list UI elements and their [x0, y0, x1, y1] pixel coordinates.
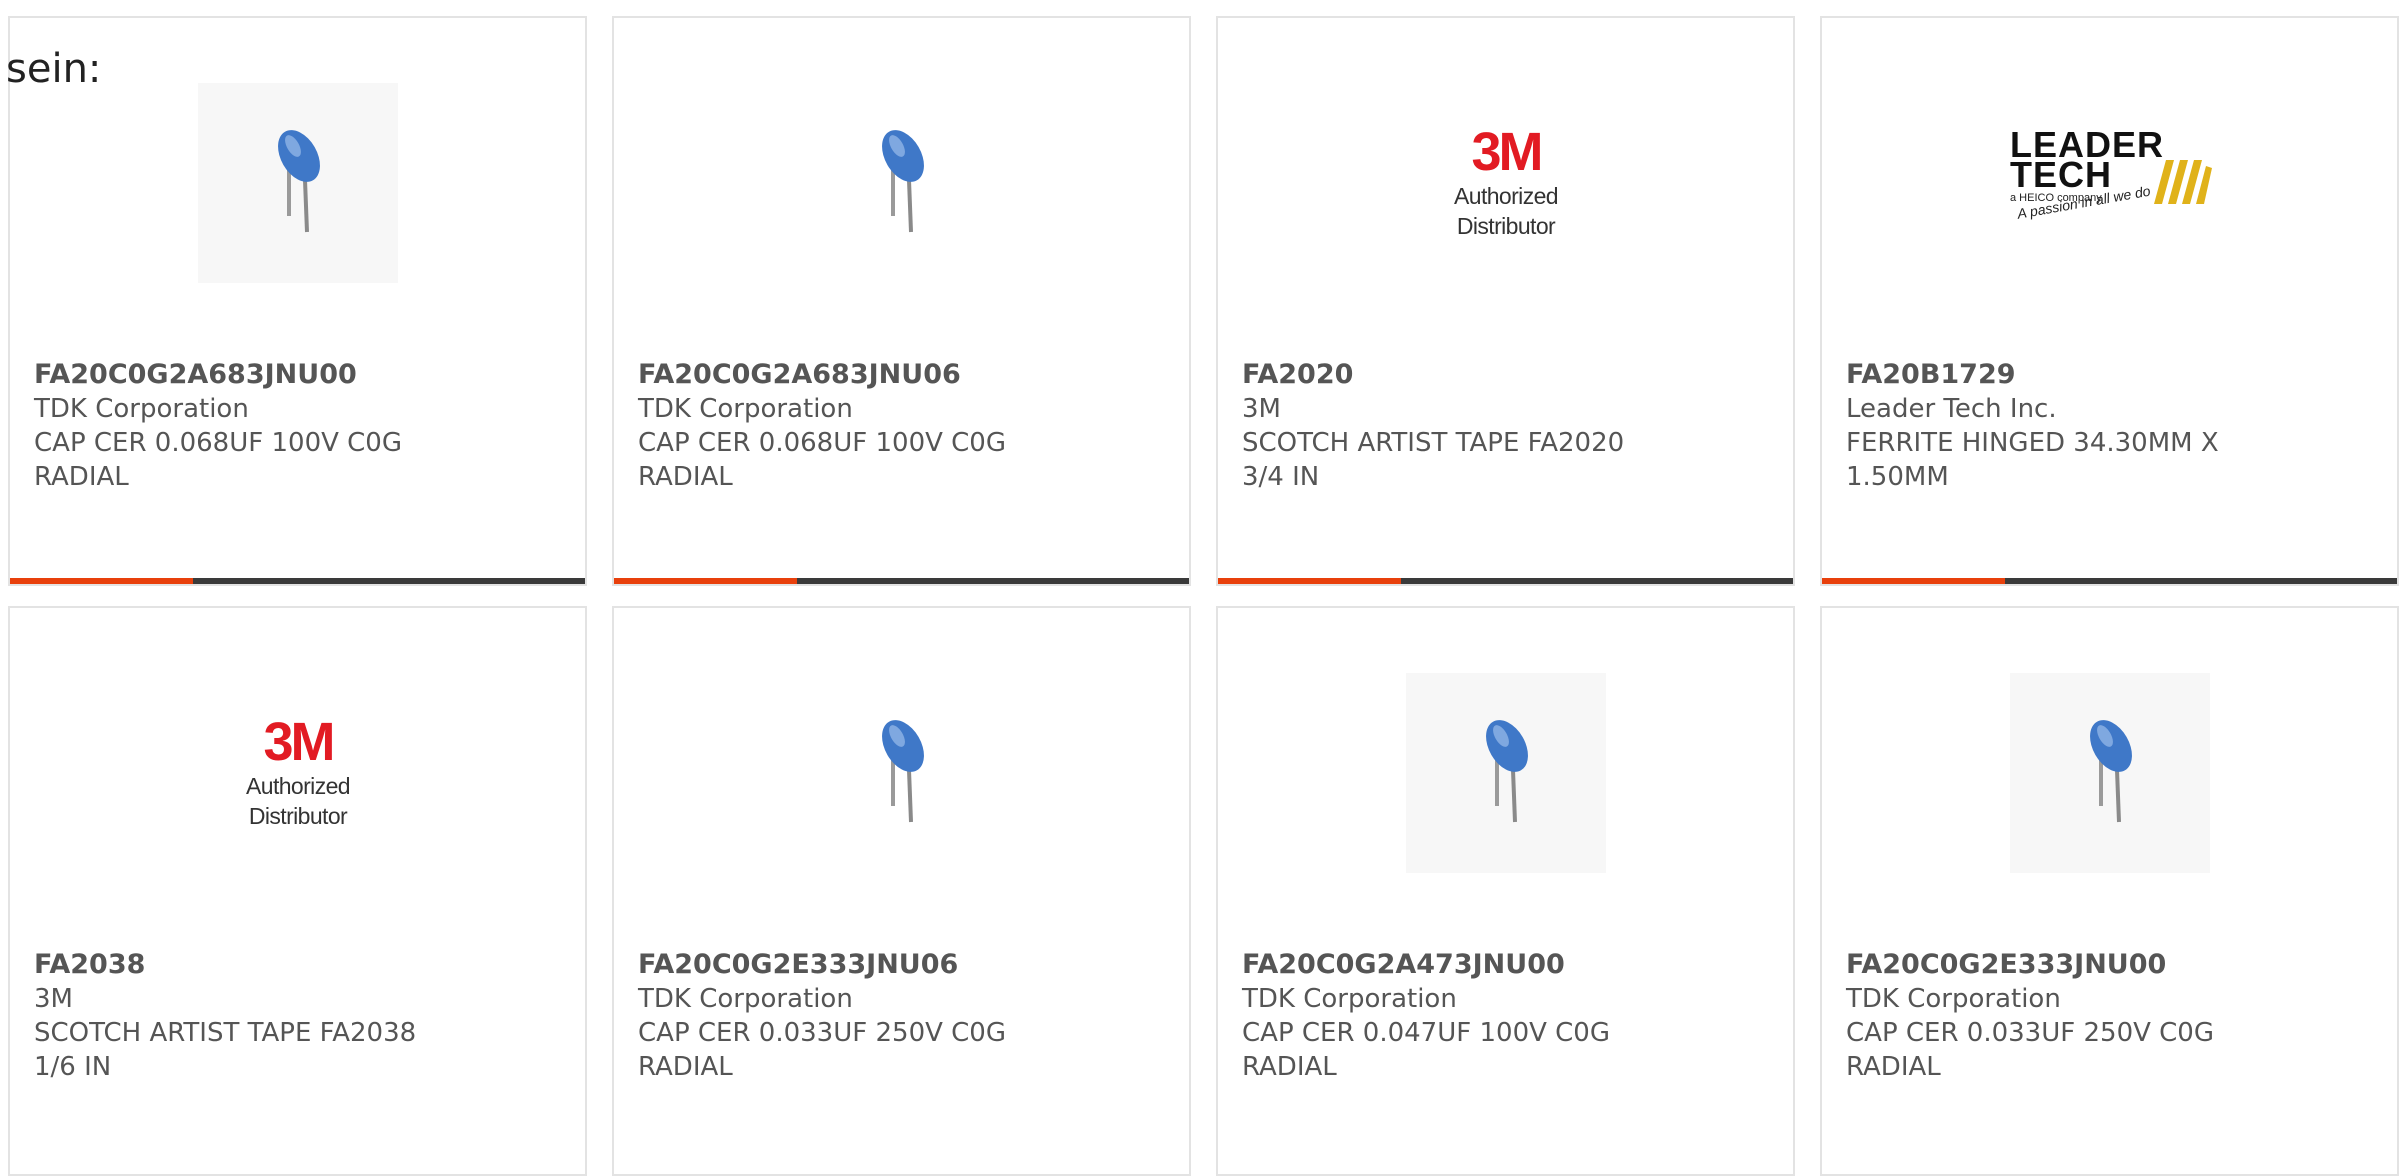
part-number[interactable]: FA20B1729: [1846, 358, 2377, 392]
part-number[interactable]: FA20C0G2E333JNU00: [1846, 948, 2377, 982]
capacitor-icon: [1486, 720, 1528, 823]
manufacturer: TDK Corporation: [638, 984, 853, 1014]
manufacturer: 3M: [34, 984, 73, 1014]
manufacturer: 3M: [1242, 394, 1281, 424]
product-card[interactable]: FA20C0G2A683JNU00 TDK Corporation CAP CE…: [8, 16, 587, 586]
part-number[interactable]: FA2038: [34, 948, 565, 982]
3m-logo-mark: 3M: [263, 712, 335, 772]
description-line: 1/6 IN: [34, 1052, 112, 1082]
accent-bar: [10, 578, 193, 584]
card-footer-bar: [614, 578, 1189, 584]
description-line: CAP CER 0.047UF 100V C0G: [1242, 1018, 1610, 1048]
logo-tagline: Authorized Distributor: [1454, 183, 1559, 239]
part-number[interactable]: FA20C0G2A683JNU00: [34, 358, 565, 392]
product-image[interactable]: [198, 83, 398, 283]
product-card[interactable]: FA20C0G2A473JNU00 TDK Corporation CAP CE…: [1216, 606, 1795, 1176]
description-line: RADIAL: [638, 462, 733, 492]
description-line: RADIAL: [1846, 1052, 1941, 1082]
capacitor-icon: [278, 130, 320, 233]
product-image[interactable]: [2010, 673, 2210, 873]
description-line: RADIAL: [34, 462, 129, 492]
product-card[interactable]: 3M Authorized Distributor FA2020 3M SCOT…: [1216, 16, 1795, 586]
intro-text: sein:: [6, 46, 102, 92]
3m-authorized-distributor-logo: 3M Authorized Distributor: [198, 715, 398, 831]
product-card[interactable]: FA20C0G2E333JNU06 TDK Corporation CAP CE…: [612, 606, 1191, 1176]
manufacturer: TDK Corporation: [1242, 984, 1457, 1014]
capacitor-icon: [2090, 720, 2132, 823]
logo-tagline: Authorized Distributor: [246, 773, 351, 829]
product-image[interactable]: [802, 83, 1002, 283]
manufacturer: TDK Corporation: [1846, 984, 2061, 1014]
part-number[interactable]: FA20C0G2A473JNU00: [1242, 948, 1773, 982]
product-card[interactable]: 3M Authorized Distributor FA2038 3M SCOT…: [8, 606, 587, 1176]
description-line: 1.50MM: [1846, 462, 1949, 492]
product-image[interactable]: 3M Authorized Distributor: [1406, 83, 1606, 283]
accent-bar: [1822, 578, 2005, 584]
description-line: CAP CER 0.068UF 100V C0G: [34, 428, 402, 458]
description-line: SCOTCH ARTIST TAPE FA2020: [1242, 428, 1625, 458]
description-line: CAP CER 0.033UF 250V C0G: [1846, 1018, 2214, 1048]
product-image[interactable]: LEADER TECH a HEICO company A passion in…: [2010, 83, 2212, 283]
product-card[interactable]: FA20C0G2A683JNU06 TDK Corporation CAP CE…: [612, 16, 1191, 586]
manufacturer: TDK Corporation: [638, 394, 853, 424]
accent-bar: [614, 578, 797, 584]
description-line: 3/4 IN: [1242, 462, 1320, 492]
product-image[interactable]: [1406, 673, 1606, 873]
description-line: CAP CER 0.068UF 100V C0G: [638, 428, 1006, 458]
description-line: SCOTCH ARTIST TAPE FA2038: [34, 1018, 417, 1048]
manufacturer: Leader Tech Inc.: [1846, 394, 2057, 424]
manufacturer: TDK Corporation: [34, 394, 249, 424]
logo-text-tech: TECH: [2010, 154, 2112, 195]
product-card[interactable]: FA20C0G2E333JNU00 TDK Corporation CAP CE…: [1820, 606, 2399, 1176]
description-line: RADIAL: [638, 1052, 733, 1082]
part-number[interactable]: FA2020: [1242, 358, 1773, 392]
capacitor-icon: [882, 130, 924, 233]
card-footer-bar: [1822, 578, 2397, 584]
card-footer-bar: [10, 578, 585, 584]
product-card[interactable]: LEADER TECH a HEICO company A passion in…: [1820, 16, 2399, 586]
3m-authorized-distributor-logo: 3M Authorized Distributor: [1406, 125, 1606, 241]
logo-stripes-icon: [2154, 160, 2212, 204]
3m-logo-mark: 3M: [1471, 122, 1543, 182]
accent-bar: [1218, 578, 1401, 584]
description-line: FERRITE HINGED 34.30MM X: [1846, 428, 2219, 458]
description-line: CAP CER 0.033UF 250V C0G: [638, 1018, 1006, 1048]
product-image[interactable]: [802, 673, 1002, 873]
card-footer-bar: [1218, 578, 1793, 584]
part-number[interactable]: FA20C0G2E333JNU06: [638, 948, 1169, 982]
product-image[interactable]: 3M Authorized Distributor: [198, 673, 398, 873]
capacitor-icon: [882, 720, 924, 823]
description-line: RADIAL: [1242, 1052, 1337, 1082]
part-number[interactable]: FA20C0G2A683JNU06: [638, 358, 1169, 392]
leader-tech-logo: LEADER TECH a HEICO company A passion in…: [2010, 127, 2212, 238]
